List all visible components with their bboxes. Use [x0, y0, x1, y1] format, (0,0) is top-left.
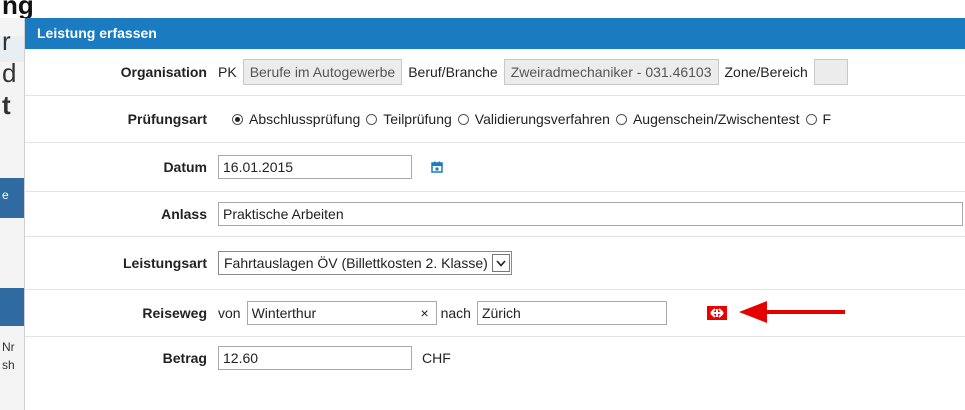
radio-empty-icon [457, 113, 469, 125]
radio-other[interactable]: F [805, 111, 831, 127]
reiseweg-row: Reiseweg von × nach [25, 290, 965, 337]
zone-label: Zone/Bereich [724, 64, 808, 80]
leistungsart-selected-value: Fahrtauslagen ÖV (Billettkosten 2. Klass… [224, 255, 488, 271]
von-label: von [218, 305, 241, 321]
leistungsart-select[interactable]: Fahrtauslagen ÖV (Billettkosten 2. Klass… [218, 251, 512, 275]
clear-icon[interactable]: × [415, 305, 435, 321]
pruefungsart-label: Prüfungsart [127, 111, 207, 127]
background-text-1: r [2, 26, 11, 56]
radio-augenschein[interactable]: Augenschein/Zwischentest [615, 111, 800, 127]
nach-input[interactable] [476, 301, 667, 325]
nach-label: nach [440, 305, 471, 321]
dialog-title: Leistung erfassen [25, 18, 965, 49]
background-text-4: e [2, 188, 9, 202]
leistungsart-label: Leistungsart [122, 255, 207, 271]
red-arrow-annotation [739, 301, 845, 323]
chevron-down-icon[interactable] [491, 254, 510, 272]
background-text-5: Nr [2, 340, 15, 354]
organisation-row: Organisation PK Berufe im Autogewerbe Be… [25, 49, 965, 96]
betrag-input[interactable] [218, 346, 412, 370]
betrag-row: Betrag CHF [25, 337, 965, 379]
background-text-3: t [2, 90, 11, 120]
currency-label: CHF [422, 350, 451, 366]
pk-prefix: PK [218, 64, 237, 80]
betrag-label: Betrag [162, 350, 207, 366]
beruf-label: Beruf/Branche [408, 64, 498, 80]
background-text-6: sh [2, 358, 15, 372]
radio-empty-icon [805, 113, 817, 125]
radio-empty-icon [366, 113, 378, 125]
pruefungsart-row: Prüfungsart Abschlussprüfung Teilprüfung… [25, 96, 965, 143]
datum-row: Datum [25, 143, 965, 192]
beruf-field: Zweiradmechaniker - 031.46103 [503, 59, 719, 85]
von-input[interactable] [246, 301, 437, 325]
anlass-input[interactable] [218, 202, 963, 226]
radio-teilpruefung[interactable]: Teilprüfung [366, 111, 452, 127]
anlass-label: Anlass [161, 206, 207, 222]
pk-field: Berufe im Autogewerbe [242, 59, 403, 85]
background-side-panel: r d t e Nr sh [0, 18, 24, 410]
calendar-icon[interactable] [426, 156, 448, 178]
zone-field [813, 59, 848, 85]
leistung-erfassen-dialog: Leistung erfassen Organisation PK Berufe… [24, 18, 965, 410]
leistungsart-row: Leistungsart Fahrtauslagen ÖV (Billettko… [25, 237, 965, 290]
background-text-2: d [2, 58, 17, 88]
radio-validierungsverfahren[interactable]: Validierungsverfahren [457, 111, 610, 127]
reiseweg-label: Reiseweg [142, 305, 207, 321]
sbb-logo-icon[interactable] [706, 306, 727, 320]
radio-selected-icon [232, 113, 243, 125]
organisation-label: Organisation [120, 64, 207, 80]
datum-label: Datum [163, 159, 207, 175]
anlass-row: Anlass [25, 192, 965, 237]
background-header: ng [0, 0, 965, 20]
radio-empty-icon [615, 113, 627, 125]
datum-input[interactable] [218, 155, 412, 179]
radio-abschlusspruefung[interactable]: Abschlussprüfung [232, 111, 360, 127]
